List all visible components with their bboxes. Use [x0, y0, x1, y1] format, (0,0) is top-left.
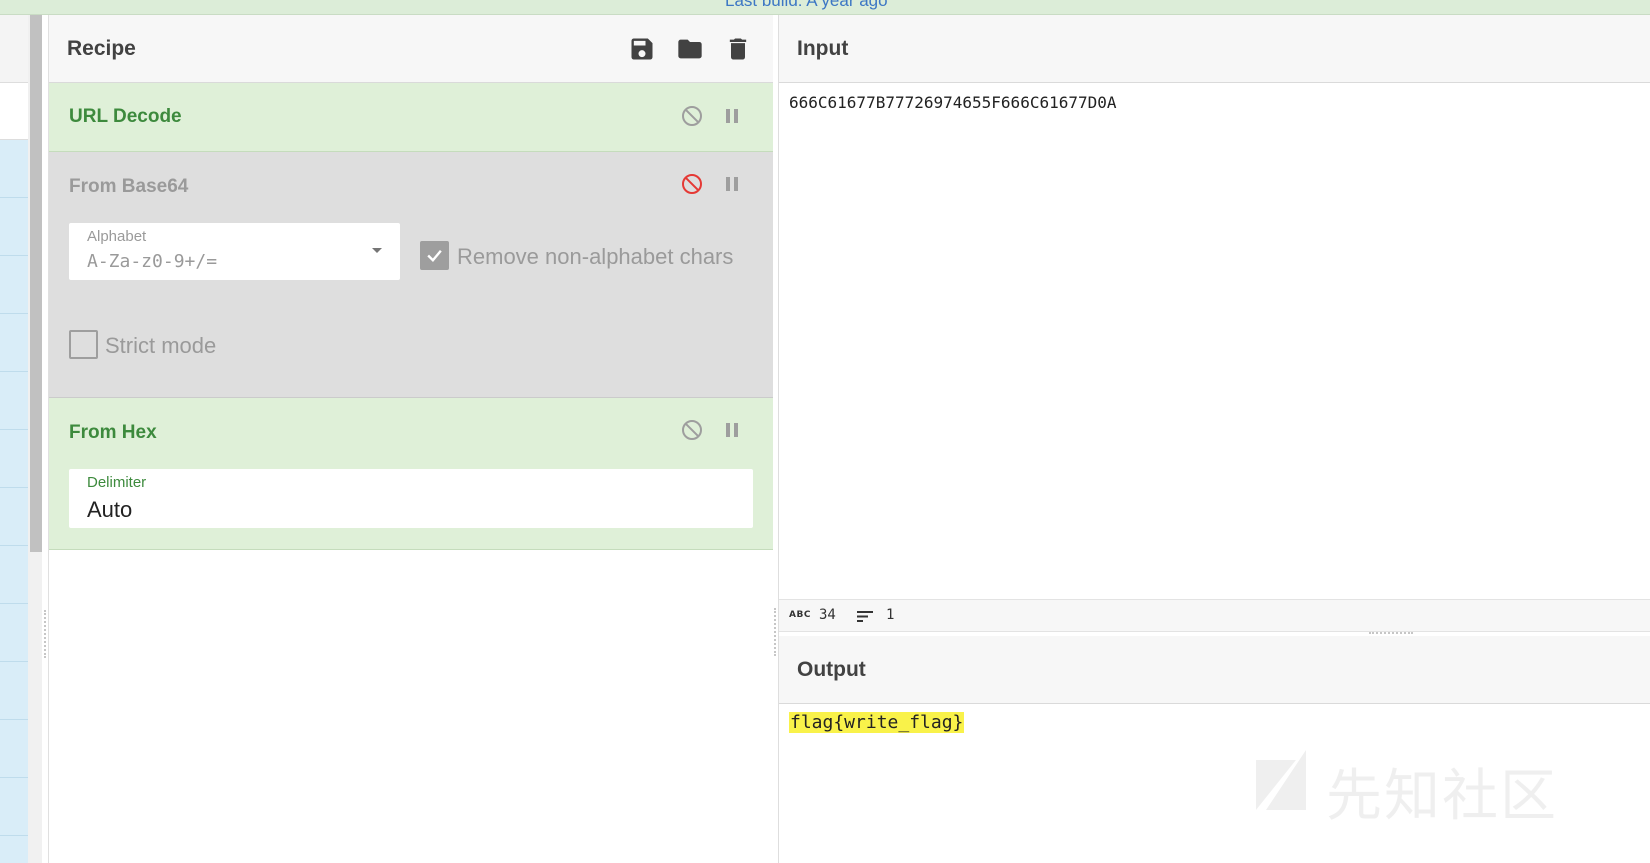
watermark-text: 先知社区 [1326, 764, 1558, 829]
recipe-header: Recipe [49, 15, 773, 83]
operation-title: From Hex [69, 422, 157, 443]
recipe-title: Recipe [67, 37, 136, 60]
output-title: Output [797, 658, 866, 681]
list-divider [0, 371, 28, 372]
disable-icon[interactable] [680, 418, 704, 442]
alphabet-label: Alphabet [87, 228, 147, 245]
list-divider [0, 661, 28, 662]
watermark-logo-icon [1256, 750, 1306, 810]
folder-icon[interactable] [676, 35, 704, 63]
delimiter-value: Auto [87, 497, 133, 522]
alphabet-value: A-Za-z0-9+/= [87, 251, 218, 272]
list-divider [0, 313, 28, 314]
delimiter-field[interactable]: Delimiter Auto [69, 469, 753, 528]
alphabet-select[interactable]: Alphabet A-Za-z0-9+/= [69, 223, 400, 280]
output-header: Output [779, 636, 1650, 704]
operation-from-hex[interactable]: From Hex Delimiter Auto [49, 398, 773, 550]
top-banner: Last build: A year ago [0, 0, 1650, 15]
list-divider [0, 777, 28, 778]
list-divider [0, 429, 28, 430]
input-header: Input [779, 15, 1650, 83]
lines-icon [857, 611, 873, 622]
input-length: 34 [819, 607, 836, 623]
pause-icon[interactable] [720, 104, 744, 128]
operation-title: From Base64 [69, 176, 189, 197]
last-build-text: Last build: A year ago [725, 0, 888, 10]
output-text[interactable]: flag{write_flag} [789, 712, 965, 733]
save-icon[interactable] [628, 35, 656, 63]
check-icon [427, 249, 442, 263]
disable-icon[interactable] [680, 172, 704, 196]
remove-non-alphabet-label: Remove non-alphabet chars [457, 244, 734, 269]
pause-icon[interactable] [720, 418, 744, 442]
length-icon: ABC [789, 610, 811, 620]
input-status-bar: ABC 34 1 [779, 599, 1650, 632]
strict-mode-label: Strict mode [105, 333, 217, 358]
trash-icon[interactable] [724, 35, 752, 63]
remove-non-alphabet-checkbox[interactable] [420, 241, 449, 270]
operation-from-base64[interactable]: From Base64 Alphabet A-Za-z0-9+/= Remove… [49, 152, 773, 398]
input-lines: 1 [886, 607, 895, 623]
operations-list[interactable] [0, 140, 28, 863]
operation-title: URL Decode [69, 106, 182, 127]
list-divider [0, 197, 28, 198]
operation-url-decode[interactable]: URL Decode [49, 83, 773, 152]
list-divider [0, 835, 28, 836]
recipe-pane: Recipe URL Decode From Base64 Alphabet A… [48, 15, 773, 863]
io-pane: Input 666C61677B77726974655F666C61677D0A… [778, 15, 1650, 863]
pause-icon[interactable] [720, 172, 744, 196]
list-divider [0, 603, 28, 604]
watermark: 先知社区 [1251, 745, 1556, 829]
disable-icon[interactable] [680, 104, 704, 128]
chevron-down-icon [372, 248, 382, 253]
list-divider [0, 545, 28, 546]
strict-mode-checkbox[interactable] [69, 330, 98, 359]
list-divider [0, 719, 28, 720]
input-textarea[interactable]: 666C61677B77726974655F666C61677D0A [789, 93, 1117, 112]
input-title: Input [797, 37, 849, 60]
operations-pane [0, 15, 30, 863]
list-divider [0, 255, 28, 256]
operations-header [0, 15, 28, 83]
list-divider [0, 487, 28, 488]
operations-search[interactable] [0, 83, 28, 140]
delimiter-label: Delimiter [87, 474, 147, 491]
operations-scrollbar-thumb[interactable] [30, 15, 42, 552]
